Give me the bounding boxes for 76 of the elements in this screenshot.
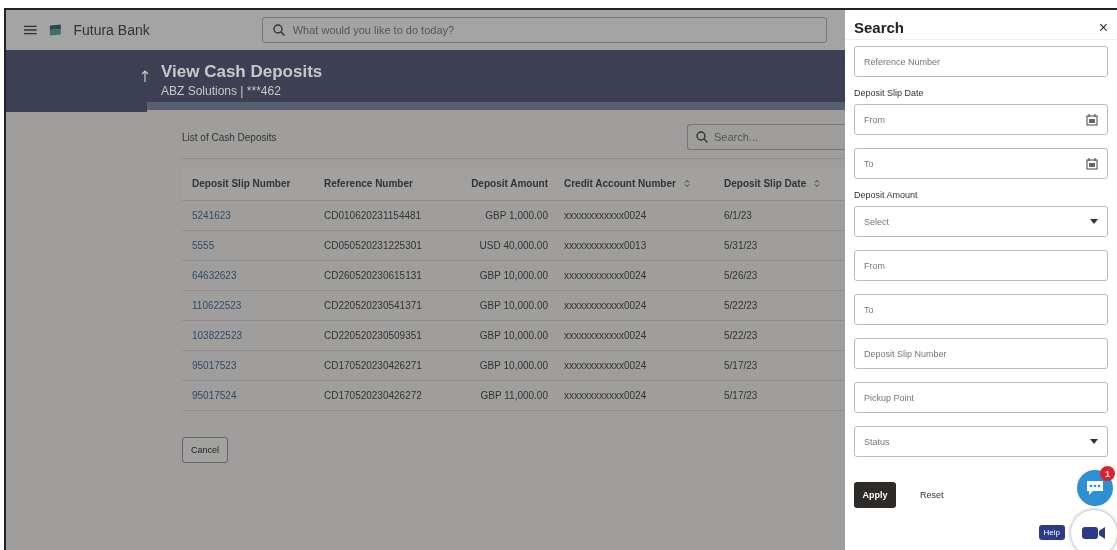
deposit-slip-link[interactable]: 5241623	[192, 210, 231, 221]
table-cell-text: CD220520230509351	[323, 330, 423, 341]
table-cell-text: 6/1/23	[723, 210, 753, 221]
input-field[interactable]: Reference Number	[854, 46, 1108, 77]
deposit-slip-link[interactable]: 95017523	[192, 360, 237, 371]
panel-title: Search	[854, 19, 905, 36]
table-cell-text: 5/22/23	[723, 300, 759, 311]
column-header[interactable]: Deposit Slip Date	[714, 178, 845, 189]
deposit-slip-link[interactable]: 5555	[192, 240, 215, 251]
table-cell-text: 5/26/23	[723, 270, 759, 281]
table-cell-text: CD010620231154481	[323, 210, 423, 221]
chat-bubble-icon	[1085, 479, 1105, 497]
input-field[interactable]: From	[854, 250, 1108, 281]
search-icon	[696, 131, 708, 143]
table-cell-text: GBP 10,000.00	[478, 300, 549, 311]
column-header: Reference Number	[323, 178, 414, 189]
table-cell-text: xxxxxxxxxxxx0024	[563, 300, 648, 311]
date-field[interactable]: To	[854, 148, 1108, 179]
reset-button[interactable]: Reset	[914, 489, 950, 501]
up-arrow-icon[interactable]	[141, 70, 149, 82]
table-cell-text: USD 40,000.00	[478, 240, 549, 251]
table-cell-text: CD220520230541371	[323, 300, 423, 311]
page-title: View Cash Deposits	[161, 62, 323, 82]
column-header[interactable]: Credit Account Number	[554, 178, 714, 189]
table-cell-text: 5/17/23	[723, 360, 759, 371]
table-cell-text: GBP 1,000.00	[484, 210, 549, 221]
video-call-button[interactable]	[1071, 510, 1117, 550]
select-field[interactable]: Select	[854, 206, 1108, 237]
date-field[interactable]: From	[854, 104, 1108, 135]
table-cell-text: 5/31/23	[723, 240, 759, 251]
table-cell-text: GBP 11,000.00	[479, 390, 549, 401]
input-field[interactable]: Deposit Slip Number	[854, 338, 1108, 369]
table-cell-text: xxxxxxxxxxxx0024	[563, 390, 648, 401]
caret-icon[interactable]	[1090, 219, 1098, 224]
table-cell-text: 5/22/23	[723, 330, 759, 341]
table-cell-text: GBP 10,000.00	[478, 270, 549, 281]
close-button[interactable]: ×	[1098, 18, 1108, 37]
table-cell-text: xxxxxxxxxxxx0013	[563, 240, 648, 251]
help-button[interactable]: Help	[1038, 525, 1065, 540]
table-cell-text: GBP 10,000.00	[478, 330, 549, 341]
table-cell-text: CD170520230426271	[323, 360, 423, 371]
table-cell-text: xxxxxxxxxxxx0024	[563, 210, 648, 221]
cancel-button[interactable]: Cancel	[182, 437, 228, 463]
column-header: Deposit Amount	[470, 178, 549, 189]
table-cell-text: xxxxxxxxxxxx0024	[563, 360, 648, 371]
table-cell-text: 5/17/23	[723, 390, 759, 401]
table-cell-text: CD170520230426272	[323, 390, 423, 401]
field-label: Deposit Amount	[854, 190, 919, 200]
menu-icon[interactable]	[24, 25, 37, 35]
table-cell-text: xxxxxxxxxxxx0024	[563, 270, 648, 281]
deposit-slip-link[interactable]: 110622523	[192, 300, 242, 311]
select-field[interactable]: Status	[854, 426, 1108, 457]
notification-badge: 1	[1100, 466, 1115, 481]
calendar-icon[interactable]	[1086, 157, 1098, 170]
input-field[interactable]: To	[854, 294, 1108, 325]
field-label: Deposit Slip Date	[854, 88, 925, 98]
video-camera-icon	[1082, 526, 1106, 540]
deposit-slip-link[interactable]: 64632623	[192, 270, 237, 281]
table-cell-text: xxxxxxxxxxxx0024	[563, 330, 648, 341]
caret-icon[interactable]	[1090, 439, 1098, 444]
search-field[interactable]: Search...	[687, 124, 845, 150]
brand-name: Futura Bank	[73, 22, 150, 38]
apply-button[interactable]: Apply	[854, 482, 896, 508]
table-cell-text: CD050520231225301	[323, 240, 423, 251]
deposit-slip-link[interactable]: 95017524	[192, 390, 237, 401]
search-field[interactable]: What would you like to do today?	[261, 17, 827, 43]
column-header: Deposit Slip Number	[191, 178, 292, 189]
input-field[interactable]: Pickup Point	[854, 382, 1108, 413]
deposit-slip-link[interactable]: 103822523	[192, 330, 243, 341]
logo-icon	[48, 23, 62, 37]
list-title: List of Cash Deposits	[182, 131, 277, 143]
search-icon	[272, 24, 285, 36]
table-cell-text: CD260520230615131	[323, 270, 423, 281]
page-subtitle: ABZ Solutions | ***462	[161, 84, 282, 98]
calendar-icon[interactable]	[1086, 113, 1098, 126]
table-cell-text: GBP 10,000.00	[478, 360, 549, 371]
